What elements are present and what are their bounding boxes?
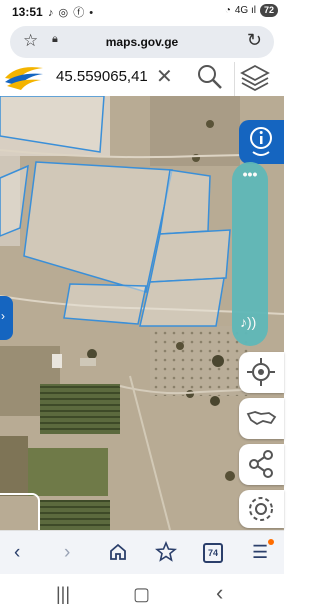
system-back-icon[interactable]: ‹ bbox=[216, 580, 223, 606]
app-header: 45.559065,41 ✕ bbox=[0, 60, 284, 97]
search-input[interactable]: 45.559065,41 bbox=[56, 68, 166, 85]
country-view-button[interactable] bbox=[239, 398, 284, 439]
gear-icon bbox=[249, 497, 273, 521]
more-icon[interactable]: ••• bbox=[232, 166, 268, 182]
system-indicators: ◔ 4G ıl 72 bbox=[225, 4, 278, 17]
status-bar: 13:51 ♪ ◎ ⓕ • ◔ 4G ıl 72 bbox=[0, 0, 284, 24]
info-icon bbox=[250, 127, 272, 156]
layers-icon[interactable] bbox=[240, 63, 270, 93]
search-icon[interactable] bbox=[196, 63, 224, 91]
settings-button[interactable] bbox=[239, 490, 284, 528]
status-time: 13:51 bbox=[12, 5, 43, 19]
recent-apps-icon[interactable]: ||| bbox=[56, 584, 70, 605]
left-panel-toggle[interactable]: › bbox=[0, 296, 13, 340]
locate-button[interactable] bbox=[239, 352, 284, 393]
reload-icon[interactable]: ↻ bbox=[247, 30, 262, 51]
share-button[interactable] bbox=[239, 444, 284, 485]
back-icon[interactable]: ‹ bbox=[14, 542, 20, 564]
chevron-right-icon: › bbox=[1, 309, 5, 323]
forward-icon[interactable]: › bbox=[64, 542, 70, 564]
home-icon[interactable] bbox=[108, 542, 128, 562]
wifi-icon: ◔ bbox=[224, 5, 231, 16]
header-divider bbox=[234, 62, 235, 96]
browser-toolbar: ‹ › 74 ☰ bbox=[0, 530, 284, 575]
tab-count[interactable]: 74 bbox=[203, 543, 223, 563]
home-button-icon[interactable]: ▢ bbox=[133, 584, 150, 605]
system-navigation: ||| ▢ ‹ bbox=[0, 574, 284, 615]
georgia-map-icon bbox=[246, 411, 277, 426]
minimap-frame[interactable] bbox=[0, 493, 40, 530]
url-text[interactable]: maps.gov.ge bbox=[10, 35, 274, 49]
notification-icons: ♪ ◎ ⓕ • bbox=[48, 7, 95, 19]
address-bar[interactable]: ☆ 🔒︎ maps.gov.ge ↻ bbox=[10, 26, 274, 58]
close-icon[interactable]: ✕ bbox=[156, 64, 173, 89]
locate-icon bbox=[247, 358, 275, 386]
tool-drawer[interactable]: ••• ♪)) bbox=[232, 162, 268, 346]
signal-indicator: 4G ıl bbox=[234, 5, 256, 16]
bookmarks-icon[interactable] bbox=[155, 541, 177, 563]
menu-icon[interactable]: ☰ bbox=[252, 542, 268, 563]
battery-indicator: 72 bbox=[259, 4, 278, 17]
site-logo[interactable] bbox=[3, 64, 45, 90]
info-button[interactable] bbox=[239, 120, 284, 164]
share-icon bbox=[249, 450, 273, 478]
sound-icon[interactable]: ♪)) bbox=[240, 314, 256, 330]
notification-dot bbox=[268, 539, 274, 545]
